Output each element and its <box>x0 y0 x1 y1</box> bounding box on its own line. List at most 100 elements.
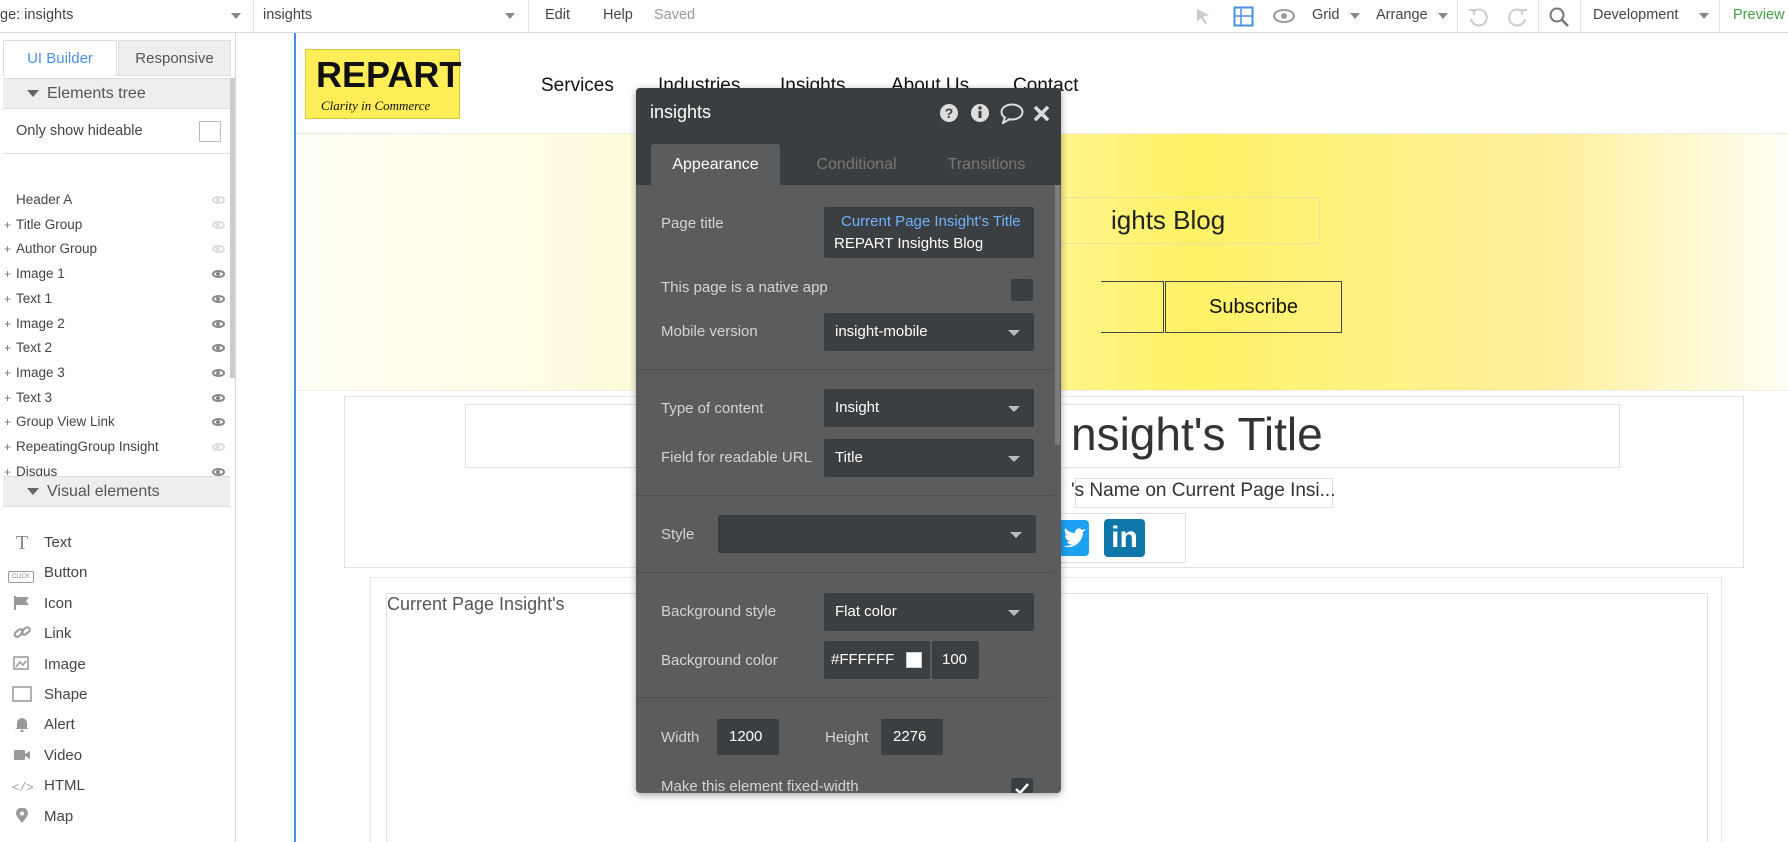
preview-button[interactable]: Preview <box>1733 7 1785 23</box>
visual-elements-header[interactable]: Visual elements <box>3 476 230 507</box>
grid-layout-icon[interactable] <box>1233 6 1254 27</box>
twitter-icon[interactable] <box>1059 520 1089 556</box>
property-editor-dialog[interactable]: insights ? Appearance Conditional Transi… <box>636 88 1061 793</box>
arrange-chevron-icon[interactable] <box>1438 13 1448 19</box>
background-style-dropdown[interactable]: Flat color <box>824 593 1034 631</box>
tree-scrollbar[interactable] <box>230 78 235 378</box>
visual-element-video[interactable]: Video <box>0 739 230 773</box>
readable-url-dropdown[interactable]: Title <box>824 439 1034 477</box>
author-line-box[interactable]: 's Name on Current Page Insi... <box>1071 478 1335 508</box>
visual-element-icon[interactable]: Icon <box>0 587 230 621</box>
visual-element-link[interactable]: Link <box>0 617 230 651</box>
help-question-icon[interactable]: ? <box>939 103 959 123</box>
background-opacity-field[interactable]: 100 <box>932 641 979 679</box>
element-selector-chevron-icon[interactable] <box>505 13 515 19</box>
environment-chevron-icon[interactable] <box>1699 13 1709 19</box>
tab-transitions[interactable]: Transitions <box>924 144 1049 185</box>
expand-plus-icon[interactable]: + <box>4 336 11 360</box>
comment-icon[interactable] <box>1000 102 1025 124</box>
redo-icon[interactable] <box>1507 6 1529 28</box>
expand-plus-icon[interactable]: + <box>4 361 11 385</box>
expand-plus-icon[interactable]: + <box>4 386 11 410</box>
visual-element-image[interactable]: Image <box>0 648 230 682</box>
eye-visibility-icon[interactable] <box>212 294 225 303</box>
page-title-static-text[interactable]: REPART Insights Blog <box>834 235 983 252</box>
tree-item[interactable]: + Image 1 <box>0 262 230 286</box>
search-icon[interactable] <box>1548 6 1570 28</box>
tab-ui-builder[interactable]: UI Builder <box>3 40 117 76</box>
eye-visibility-icon[interactable] <box>212 368 225 377</box>
arrange-menu[interactable]: Arrange <box>1376 7 1428 23</box>
visual-element-text[interactable]: T Text <box>0 526 230 560</box>
expand-plus-icon[interactable]: + <box>4 213 11 237</box>
tree-item[interactable]: + Author Group <box>0 237 230 261</box>
eye-visibility-icon[interactable] <box>212 443 225 451</box>
eye-visibility-icon[interactable] <box>212 270 225 279</box>
tree-item[interactable]: Header A <box>0 188 230 212</box>
eye-visibility-icon[interactable] <box>212 418 225 427</box>
menu-help[interactable]: Help <box>603 7 633 23</box>
tree-item[interactable]: + Title Group <box>0 213 230 237</box>
eye-visibility-icon[interactable] <box>1273 8 1295 24</box>
tree-item[interactable]: + Image 2 <box>0 312 230 336</box>
type-of-content-dropdown[interactable]: Insight <box>824 389 1034 427</box>
tree-item[interactable]: + Image 3 <box>0 361 230 385</box>
menu-edit[interactable]: Edit <box>545 7 570 23</box>
expand-plus-icon[interactable]: + <box>4 435 11 459</box>
editor-scrollbar[interactable] <box>1055 185 1060 445</box>
eye-visibility-icon[interactable] <box>212 344 225 353</box>
tree-item[interactable]: + RepeatingGroup Insight <box>0 435 230 459</box>
nav-services[interactable]: Services <box>541 75 614 97</box>
expand-plus-icon[interactable]: + <box>4 312 11 336</box>
eye-visibility-icon[interactable] <box>212 319 225 328</box>
tree-item[interactable]: + Text 3 <box>0 386 230 410</box>
eye-visibility-icon[interactable] <box>212 467 225 476</box>
visual-element-html[interactable]: </> HTML <box>0 769 230 803</box>
visual-element-shape[interactable]: Shape <box>0 678 230 712</box>
tree-item[interactable]: + Text 2 <box>0 336 230 360</box>
expand-plus-icon[interactable]: + <box>4 237 11 261</box>
page-selector[interactable]: ge: insights <box>0 7 73 23</box>
native-app-checkbox[interactable] <box>1011 279 1033 301</box>
undo-icon[interactable] <box>1467 6 1489 28</box>
subscribe-button[interactable]: Subscribe <box>1165 281 1342 333</box>
environment-selector[interactable]: Development <box>1593 7 1678 23</box>
background-color-field[interactable]: #FFFFFF <box>824 641 930 679</box>
expand-plus-icon[interactable]: + <box>4 410 11 434</box>
eye-visibility-icon[interactable] <box>212 245 225 254</box>
color-swatch[interactable] <box>906 652 922 668</box>
tree-item[interactable]: + Group View Link <box>0 410 230 434</box>
visual-element-button[interactable]: CLICK Button <box>0 556 230 590</box>
grid-chevron-icon[interactable] <box>1350 13 1360 19</box>
element-selector[interactable]: insights <box>263 7 312 23</box>
expand-plus-icon[interactable]: + <box>4 287 11 311</box>
fixed-width-checkbox[interactable] <box>1011 778 1033 793</box>
email-input[interactable] <box>1101 281 1164 333</box>
visual-element-alert[interactable]: Alert <box>0 708 230 742</box>
logo[interactable]: REPART Clarity in Commerce <box>305 49 461 119</box>
only-show-hideable-checkbox[interactable] <box>199 121 221 142</box>
close-icon[interactable] <box>1033 105 1050 122</box>
mobile-version-dropdown[interactable]: insight-mobile <box>824 313 1034 351</box>
width-field[interactable]: 1200 <box>717 719 779 755</box>
tab-conditional[interactable]: Conditional <box>794 144 919 185</box>
eye-visibility-icon[interactable] <box>212 220 225 229</box>
style-dropdown[interactable] <box>718 515 1036 553</box>
grid-menu[interactable]: Grid <box>1312 7 1339 23</box>
tab-responsive[interactable]: Responsive <box>118 40 231 76</box>
page-selector-chevron-icon[interactable] <box>231 13 241 19</box>
info-icon[interactable] <box>970 103 990 123</box>
page-title-field[interactable]: Current Page Insight's Title REPART Insi… <box>824 207 1034 258</box>
pointer-icon[interactable] <box>1193 6 1213 26</box>
eye-visibility-icon[interactable] <box>212 196 225 204</box>
tab-appearance[interactable]: Appearance <box>651 144 780 185</box>
editor-header[interactable]: insights ? <box>636 88 1061 138</box>
eye-visibility-icon[interactable] <box>212 393 225 402</box>
elements-tree-header[interactable]: Elements tree <box>3 78 230 109</box>
tree-item[interactable]: + Text 1 <box>0 287 230 311</box>
linkedin-icon[interactable]: in <box>1104 519 1145 557</box>
visual-element-map[interactable]: Map <box>0 800 230 834</box>
height-field[interactable]: 2276 <box>881 719 943 755</box>
page-title-dynamic-expression[interactable]: Current Page Insight's Title <box>841 213 1021 230</box>
expand-plus-icon[interactable]: + <box>4 262 11 286</box>
